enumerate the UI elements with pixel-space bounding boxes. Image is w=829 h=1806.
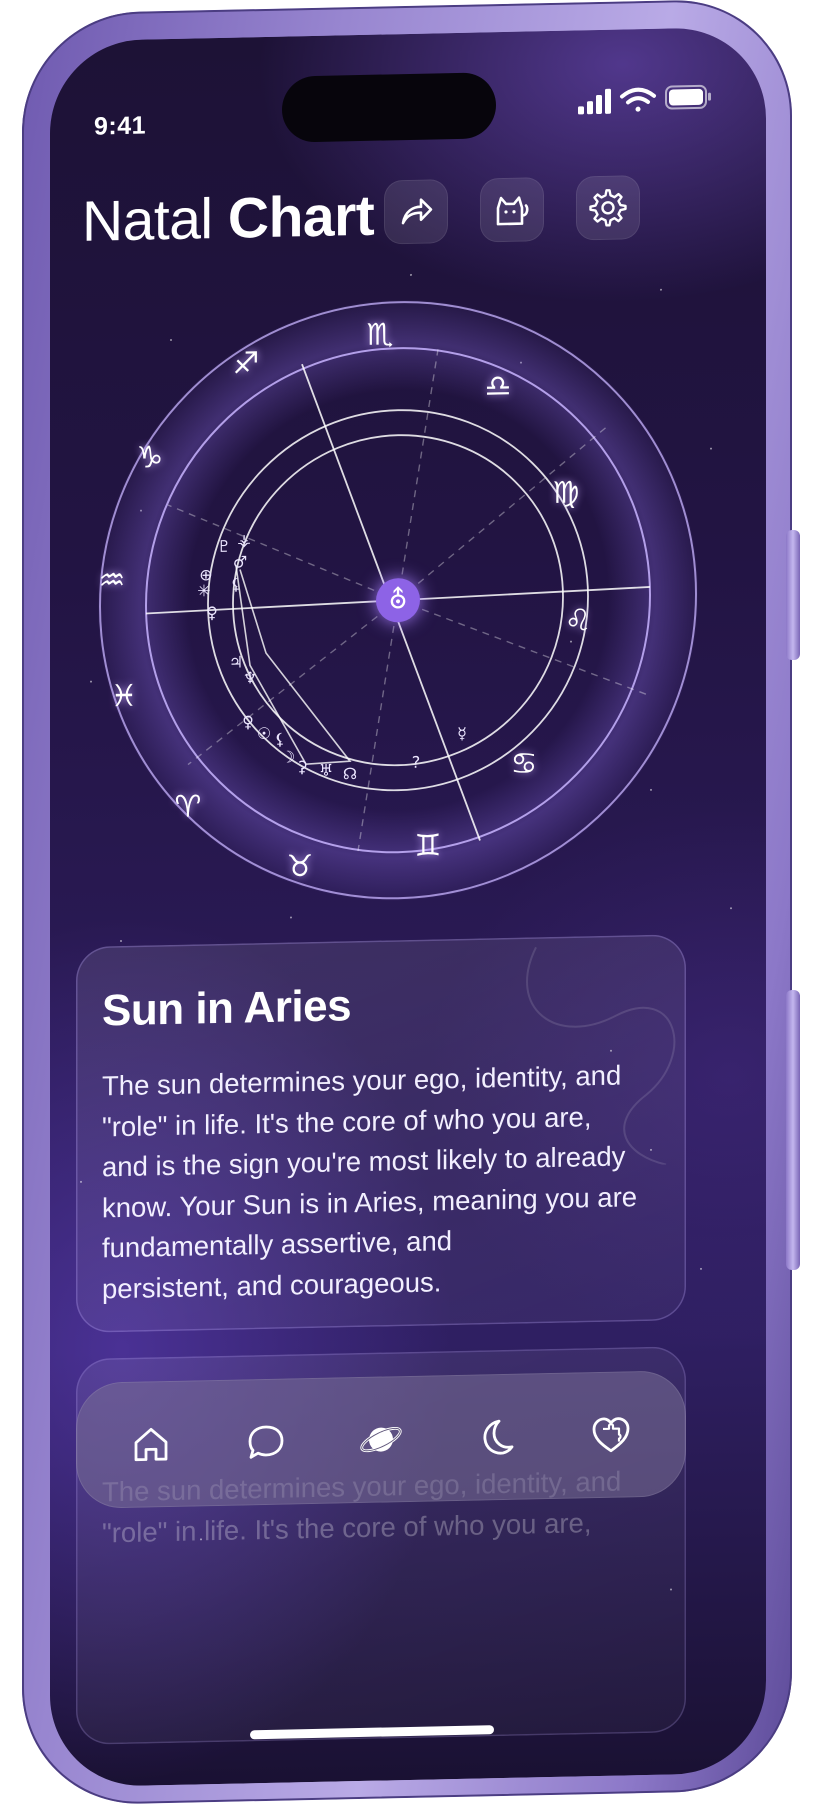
card-title: Sun in Aries bbox=[102, 981, 352, 1036]
natal-chart-wheel[interactable]: ♏ ♎ ♍ ♌ ♋ ♊ ♉ ♈ ♓ ♒ ♑ ♐ ♇ ⚶ ⊕ ♂ ✳ ⚸ ♀ ♃ ♆ ♀ ☉ ⚸ ☽ ⚳ ♅ ☊? ☿ ⛢ bbox=[88, 284, 708, 917]
sign-gemini-icon[interactable]: ♊ bbox=[406, 823, 450, 868]
signal-icon bbox=[578, 88, 611, 115]
sign-aries-icon[interactable]: ♈ bbox=[166, 784, 210, 829]
card-body: The sun determines your ego, identity, a… bbox=[102, 1059, 638, 1304]
heart-puzzle-icon bbox=[592, 1417, 629, 1453]
sign-leo-icon[interactable]: ♌ bbox=[556, 598, 600, 643]
star bbox=[410, 273, 412, 276]
planet-ceres-icon[interactable]: ⚳ bbox=[291, 755, 313, 777]
planet-mars-icon[interactable]: ♂ bbox=[229, 550, 251, 572]
pet-button[interactable] bbox=[480, 177, 544, 243]
page-title-light: Natal bbox=[82, 187, 213, 254]
planet-node-icon[interactable]: ☊ bbox=[339, 762, 361, 784]
settings-button[interactable] bbox=[576, 175, 640, 241]
status-icons bbox=[578, 84, 711, 115]
dynamic-island bbox=[282, 72, 496, 143]
sun-sign-card[interactable]: Sun in Aries The sun determines your ego… bbox=[76, 934, 686, 1333]
star bbox=[730, 907, 732, 910]
planet-uranus-icon[interactable]: ♅ bbox=[315, 758, 337, 780]
star bbox=[290, 916, 292, 919]
sign-virgo-icon[interactable]: ♍ bbox=[544, 470, 588, 515]
tab-home[interactable] bbox=[116, 1409, 186, 1480]
sign-scorpio-icon[interactable]: ♏ bbox=[358, 312, 402, 357]
planet-uranus-star-icon[interactable]: ✳ bbox=[193, 579, 215, 601]
star bbox=[710, 447, 712, 450]
planet-unknown-icon[interactable]: ? bbox=[405, 751, 427, 773]
page-title-bold: Chart bbox=[227, 183, 375, 251]
sign-taurus-icon[interactable]: ♉ bbox=[278, 844, 322, 889]
planet-serpent-icon[interactable]: ⚸ bbox=[225, 572, 247, 594]
page-title: Natal Chart bbox=[82, 183, 374, 255]
tab-bar bbox=[76, 1370, 686, 1509]
side-button-bottom bbox=[786, 990, 800, 1270]
cat-icon bbox=[496, 196, 529, 226]
sign-libra-icon[interactable]: ♎ bbox=[476, 364, 520, 409]
battery-icon bbox=[665, 84, 711, 110]
status-time: 9:41 bbox=[94, 111, 147, 141]
sign-aquarius-icon[interactable]: ♒ bbox=[90, 558, 134, 603]
planet-venus-icon[interactable]: ♀ bbox=[201, 601, 223, 623]
gear-icon bbox=[589, 189, 627, 227]
share-button[interactable] bbox=[384, 179, 448, 245]
chat-bubble-icon bbox=[248, 1425, 284, 1459]
planet-vesta-icon[interactable]: ⚶ bbox=[233, 528, 255, 550]
star bbox=[120, 939, 122, 943]
planet-icon bbox=[360, 1426, 402, 1453]
share-arrow-icon bbox=[401, 198, 433, 225]
tab-moon[interactable] bbox=[461, 1401, 531, 1472]
sign-pisces-icon[interactable]: ♓ bbox=[102, 673, 146, 718]
sign-capricorn-icon[interactable]: ♑ bbox=[128, 435, 172, 480]
tab-planet[interactable] bbox=[346, 1404, 416, 1475]
sign-sagittarius-icon[interactable]: ♐ bbox=[224, 341, 268, 386]
planet-neptune-icon[interactable]: ♆ bbox=[239, 666, 261, 688]
tab-chat[interactable] bbox=[231, 1406, 301, 1477]
side-button-top bbox=[786, 530, 800, 660]
wifi-icon bbox=[620, 87, 656, 112]
sign-cancer-icon[interactable]: ♋ bbox=[502, 741, 546, 786]
moon-icon bbox=[483, 1419, 514, 1455]
app-screen: 9:41 Natal Chart ♏ ♎ ♍ ♌ ♋ ♊ ♉ ♈ ♓ ♒ ♑ ♐… bbox=[50, 26, 766, 1788]
star bbox=[700, 1267, 702, 1270]
home-icon bbox=[134, 1427, 168, 1462]
planet-mercury-icon[interactable]: ☿ bbox=[451, 722, 473, 744]
tab-heart[interactable] bbox=[576, 1399, 646, 1470]
